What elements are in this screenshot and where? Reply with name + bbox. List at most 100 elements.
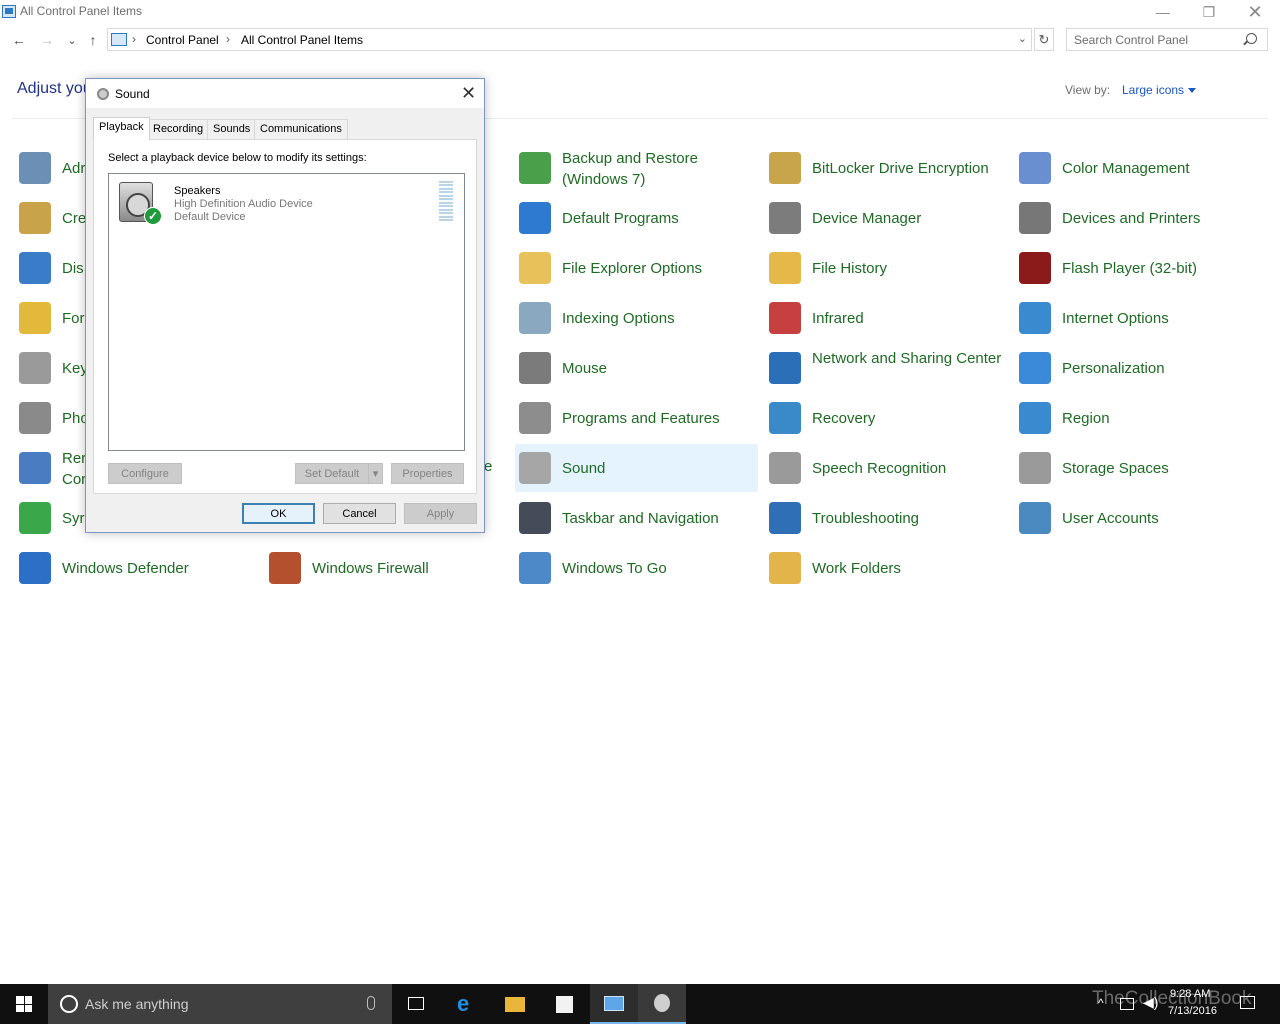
view-by-dropdown[interactable]: Large icons — [1122, 83, 1197, 97]
item-label: Network and Sharing Center — [812, 350, 1002, 367]
system-tray-chevron-icon[interactable]: ^ — [1098, 996, 1104, 1010]
item-internet-options[interactable]: Internet Options — [1015, 294, 1255, 342]
refresh-button[interactable]: ↻ — [1034, 28, 1054, 51]
item-speech-recognition[interactable]: Speech Recognition — [765, 444, 1005, 492]
address-bar[interactable]: › Control Panel › All Control Panel Item… — [107, 28, 1032, 51]
task-view-button[interactable] — [392, 984, 440, 1024]
item-programs-and-features[interactable]: Programs and Features — [515, 394, 755, 442]
action-center-button[interactable] — [1240, 996, 1255, 1009]
set-default-dropdown[interactable]: ▾ — [368, 463, 383, 484]
indexing-options-icon — [519, 302, 551, 334]
item-label: Indexing Options — [562, 310, 675, 327]
edge-button[interactable]: e — [442, 984, 490, 1024]
configure-button[interactable]: Configure — [108, 463, 182, 484]
item-mouse[interactable]: Mouse — [515, 344, 755, 392]
item-label: Default Programs — [562, 210, 679, 227]
store-button[interactable] — [540, 984, 588, 1024]
item-flash-player[interactable]: Flash Player (32-bit) — [1015, 244, 1255, 292]
dialog-title: Sound — [115, 87, 150, 101]
administrative-tools-icon — [19, 152, 51, 184]
edge-icon: e — [457, 991, 470, 1016]
breadcrumb-separator[interactable]: › — [226, 32, 230, 46]
address-dropdown-icon[interactable]: ⌄ — [1018, 32, 1027, 45]
item-storage-spaces[interactable]: Storage Spaces — [1015, 444, 1255, 492]
item-file-explorer-options[interactable]: File Explorer Options — [515, 244, 755, 292]
device-speakers[interactable]: ✓ Speakers High Definition Audio Device … — [111, 176, 462, 226]
item-default-programs[interactable]: Default Programs — [515, 194, 755, 242]
playback-device-list[interactable]: ✓ Speakers High Definition Audio Device … — [108, 173, 465, 451]
item-color-management[interactable]: Color Management — [1015, 144, 1255, 192]
recovery-icon — [769, 402, 801, 434]
control-panel-icon — [2, 5, 16, 18]
item-taskbar-and-navigation[interactable]: Taskbar and Navigation — [515, 494, 755, 542]
item-region[interactable]: Region — [1015, 394, 1255, 442]
cortana-search-box[interactable]: Ask me anything — [48, 984, 392, 1024]
file-explorer-button[interactable] — [490, 984, 538, 1024]
item-label: Recovery — [812, 410, 876, 427]
item-indexing-options[interactable]: Indexing Options — [515, 294, 755, 342]
back-button[interactable]: ← — [9, 30, 29, 50]
restore-button[interactable]: ❐ — [1186, 0, 1232, 24]
clock-date[interactable]: 7/13/2016 — [1168, 1005, 1217, 1017]
item-network-and-sharing[interactable]: Network and Sharing Center — [765, 344, 1005, 392]
item-user-accounts[interactable]: User Accounts — [1015, 494, 1255, 542]
network-icon[interactable] — [1120, 998, 1134, 1010]
minimize-icon: — — [1156, 4, 1170, 20]
cancel-button[interactable]: Cancel — [323, 503, 396, 524]
item-windows-firewall[interactable]: Windows Firewall — [265, 544, 505, 592]
item-label: Mouse — [562, 360, 608, 377]
close-icon: ✕ — [1247, 1, 1263, 22]
backup-and-restore-icon — [519, 152, 551, 184]
item-personalization[interactable]: Personalization — [1015, 344, 1255, 392]
item-recovery[interactable]: Recovery — [765, 394, 1005, 442]
item-troubleshooting[interactable]: Troubleshooting — [765, 494, 1005, 542]
breadcrumb-separator[interactable]: › — [132, 32, 136, 46]
search-icon[interactable] — [1246, 33, 1257, 44]
forward-button[interactable]: → — [37, 30, 57, 50]
item-windows-to-go[interactable]: Windows To Go — [515, 544, 755, 592]
ok-button[interactable]: OK — [242, 503, 315, 524]
dialog-close-button[interactable]: ✕ — [461, 83, 476, 104]
item-work-folders[interactable]: Work Folders — [765, 544, 1005, 592]
tab-playback[interactable]: Playback — [93, 117, 150, 140]
start-button[interactable] — [0, 984, 48, 1024]
item-label-partial[interactable]: e — [484, 458, 492, 475]
microphone-icon[interactable] — [367, 996, 375, 1010]
up-button[interactable]: ↑ — [83, 30, 103, 50]
minimize-button[interactable]: — — [1140, 0, 1186, 24]
sync-center-icon — [19, 502, 51, 534]
dialog-titlebar: Sound ✕ — [86, 79, 484, 108]
breadcrumb-control-panel[interactable]: Control Panel — [146, 33, 219, 47]
item-file-history[interactable]: File History — [765, 244, 1005, 292]
item-devices-and-printers[interactable]: Devices and Printers — [1015, 194, 1255, 242]
properties-button[interactable]: Properties — [391, 463, 464, 484]
default-programs-icon — [519, 202, 551, 234]
display-icon — [19, 252, 51, 284]
task-view-icon — [408, 997, 424, 1010]
item-sound[interactable]: Sound — [515, 444, 758, 492]
device-manager-icon — [769, 202, 801, 234]
storage-spaces-icon — [1019, 452, 1051, 484]
clock-time[interactable]: 9:28 AM — [1170, 988, 1210, 1000]
search-input[interactable] — [1066, 28, 1268, 51]
cortana-icon — [60, 995, 78, 1013]
volume-icon[interactable]: ◀) — [1143, 994, 1158, 1011]
close-button[interactable]: ✕ — [1232, 0, 1278, 24]
sound-taskbar-button[interactable] — [638, 984, 686, 1024]
item-backup-and-restore[interactable]: Backup and Restore (Windows 7) — [515, 144, 755, 192]
work-folders-icon — [769, 552, 801, 584]
recent-locations-button[interactable]: ⌄ — [62, 30, 82, 50]
item-infrared[interactable]: Infrared — [765, 294, 1005, 342]
apply-button[interactable]: Apply — [404, 503, 477, 524]
sound-icon — [519, 452, 551, 484]
tab-recording[interactable]: Recording — [147, 119, 210, 139]
set-default-button[interactable]: Set Default — [295, 463, 369, 484]
breadcrumb-all-items[interactable]: All Control Panel Items — [241, 33, 363, 47]
globe-clock-icon — [1019, 402, 1051, 434]
tab-communications[interactable]: Communications — [254, 119, 348, 139]
control-panel-taskbar-button[interactable] — [590, 984, 638, 1024]
item-device-manager[interactable]: Device Manager — [765, 194, 1005, 242]
tab-sounds[interactable]: Sounds — [207, 119, 257, 139]
item-bitlocker[interactable]: BitLocker Drive Encryption — [765, 144, 1005, 192]
item-windows-defender[interactable]: Windows Defender — [15, 544, 255, 592]
